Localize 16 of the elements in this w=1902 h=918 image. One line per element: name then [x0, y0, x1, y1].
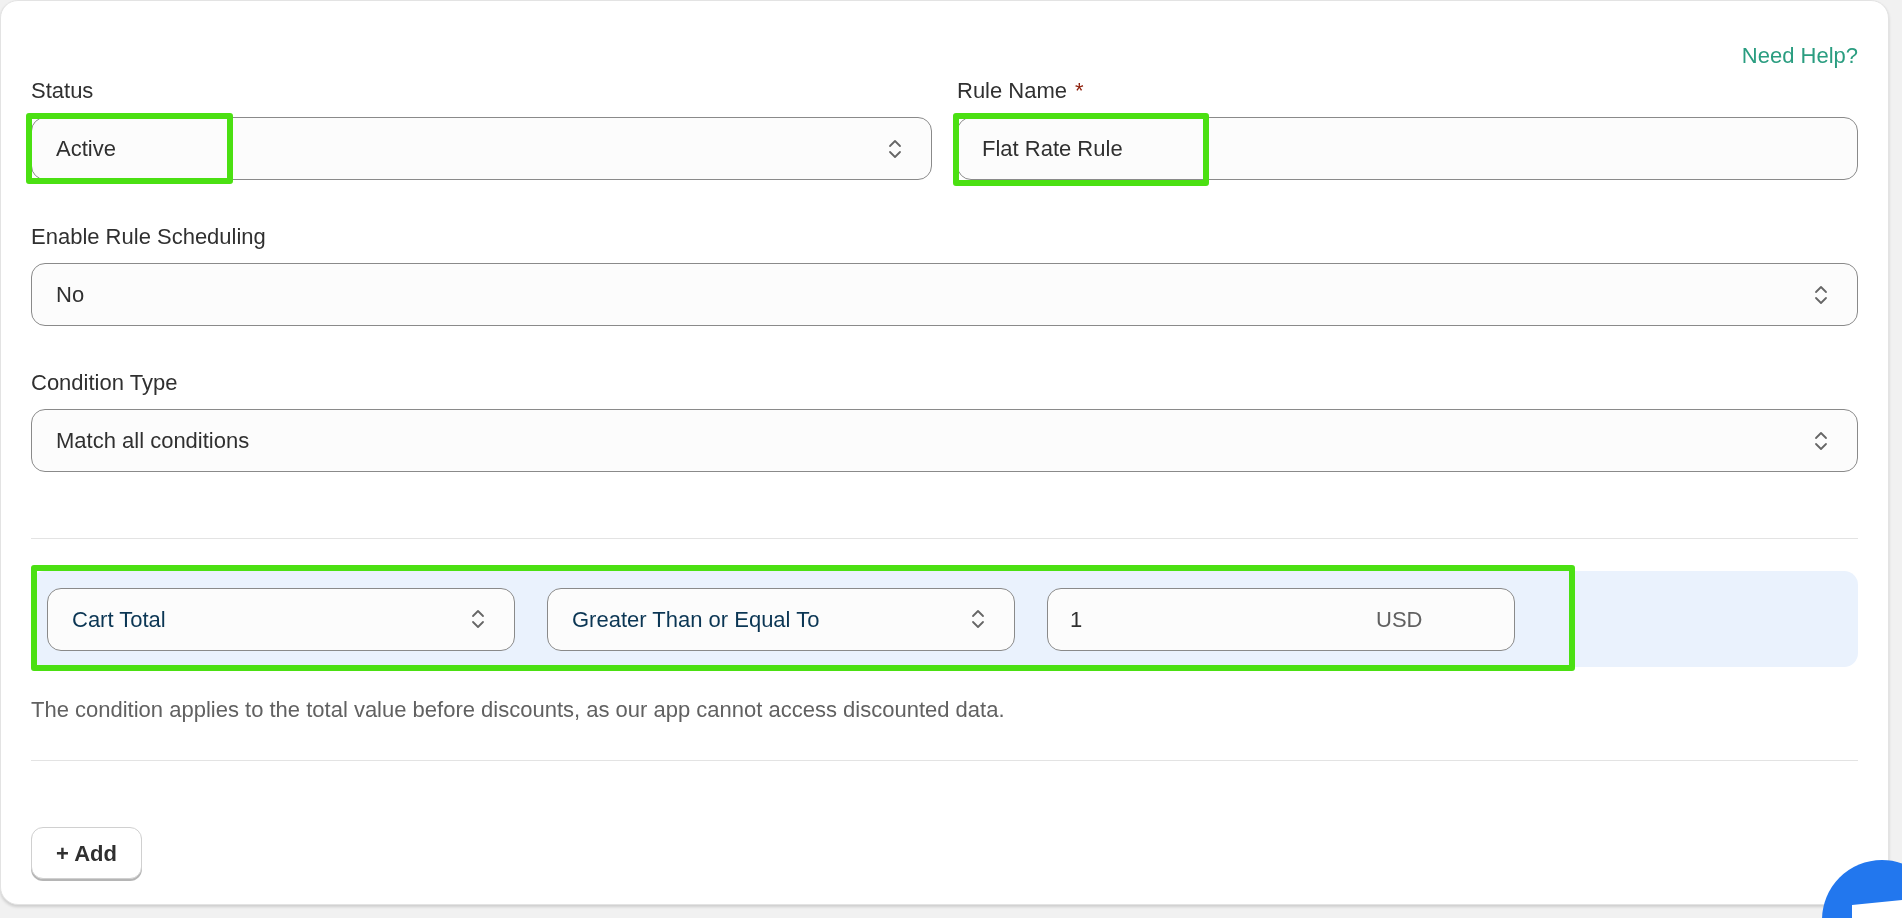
add-button[interactable]: + Add — [31, 827, 142, 879]
input-field[interactable]: Flat Rate Rule — [957, 117, 1858, 180]
helper-text: The condition applies to the total value before discounts, as our app cannot access discounted data. — [31, 696, 1006, 724]
select-field[interactable]: Match all conditions — [31, 409, 1858, 472]
select-field[interactable]: Active — [31, 117, 932, 180]
field-label: Rule Name — [957, 77, 1068, 105]
amount-field[interactable]: 1 USD — [1047, 587, 1515, 651]
field-label: Condition Type — [31, 369, 178, 397]
select-field[interactable]: Cart Total — [47, 587, 515, 651]
field-label: Enable Rule Scheduling — [31, 223, 266, 251]
select-field[interactable]: Greater Than or Equal To — [547, 587, 1015, 651]
select-field[interactable]: No — [31, 263, 1858, 326]
required-mark: * — [1075, 77, 1084, 105]
chat-launcher-icon[interactable] — [1822, 860, 1902, 918]
field-label: Status — [31, 77, 94, 105]
currency-suffix: USD — [1376, 605, 1423, 634]
